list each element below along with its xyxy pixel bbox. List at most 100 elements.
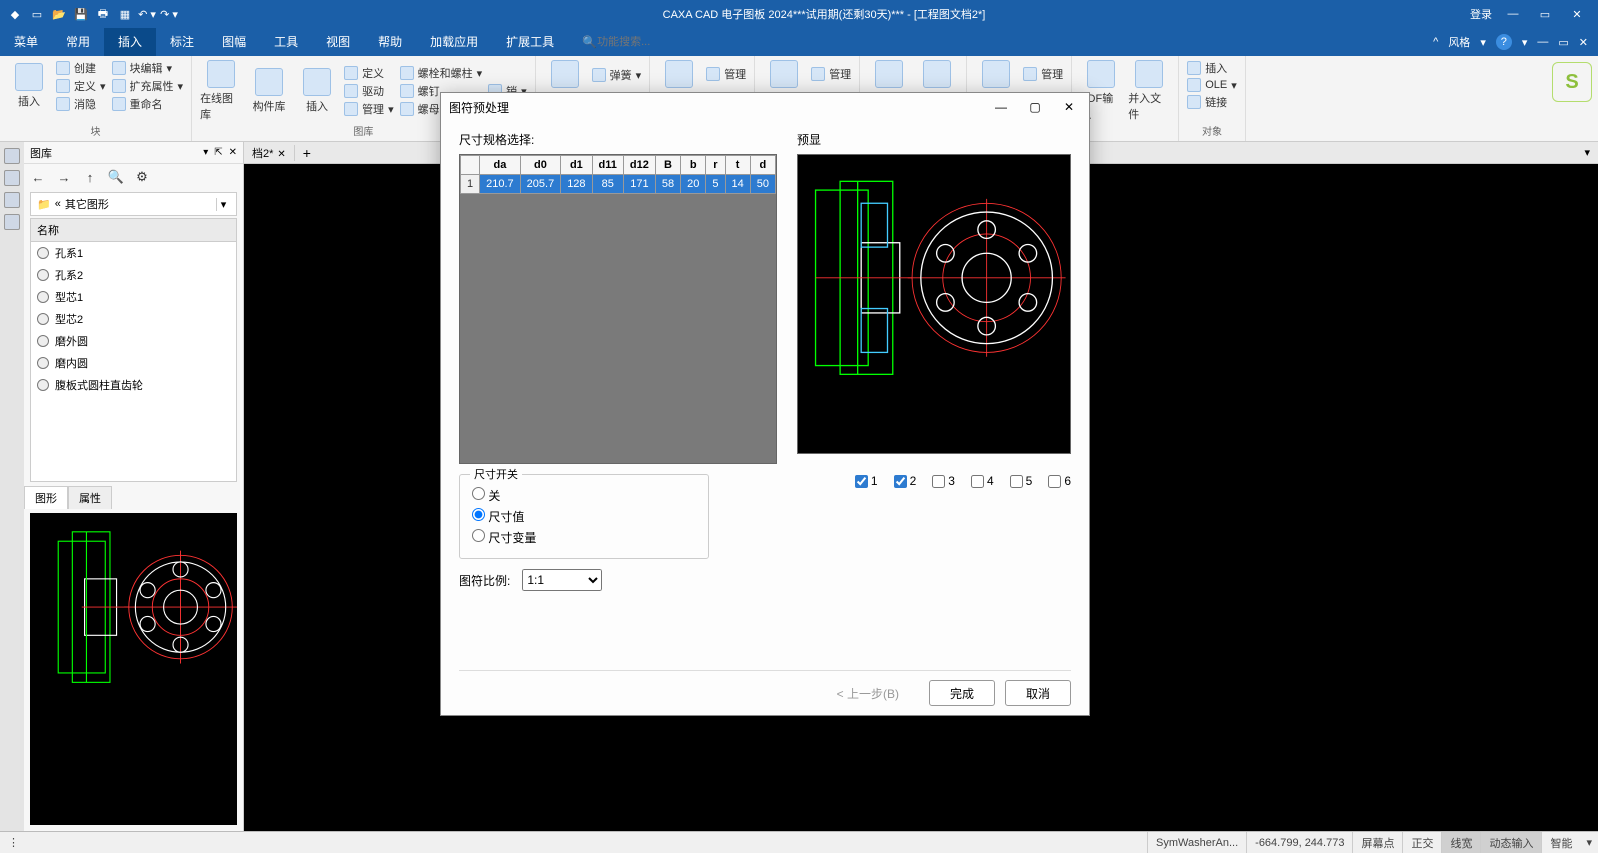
block-hide-button[interactable]: 消隐 (56, 96, 106, 112)
lt-icon-4[interactable] (4, 214, 20, 230)
gd-manage-button[interactable]: 管理 (1023, 66, 1063, 82)
tab-view[interactable]: 视图 (312, 28, 364, 56)
block-extattr-button[interactable]: 扩充属性 ▾ (112, 78, 184, 94)
dim-radio-variable[interactable]: 尺寸变量 (472, 529, 696, 546)
mdi-restore-button[interactable]: ▭ (1558, 36, 1568, 49)
status-lineweight[interactable]: 线宽 (1441, 832, 1480, 853)
bolt-button[interactable]: 螺栓和螺柱 ▾ (400, 65, 483, 81)
mdi-min-button[interactable]: — (1537, 36, 1548, 48)
tab-help[interactable]: 帮助 (364, 28, 416, 56)
list-item[interactable]: 型芯2 (31, 308, 236, 330)
qat-undo-icon[interactable]: ↶ ▾ (138, 5, 156, 23)
list-item[interactable]: 腹板式圆柱直齿轮 (31, 374, 236, 396)
list-item[interactable]: 孔系1 (31, 242, 236, 264)
dialog-close-button[interactable]: ✕ (1057, 100, 1081, 114)
qr-button[interactable] (868, 60, 910, 88)
spec-table[interactable]: dad0d1d11d12Bbrtd 1210.7205.712885171582… (459, 154, 777, 464)
maximize-button[interactable]: ▭ (1534, 8, 1556, 21)
tab-menu[interactable]: 菜单 (0, 28, 52, 56)
view-checkbox-2[interactable]: 2 (894, 474, 917, 488)
status-smart[interactable]: 智能 (1541, 832, 1580, 853)
lib-drive-button[interactable]: 驱动 (344, 83, 394, 99)
online-library-button[interactable]: 在线图库 (200, 60, 242, 122)
status-ortho[interactable]: 正交 (1402, 832, 1441, 853)
library-insert-button[interactable]: 插入 (296, 68, 338, 114)
minimize-button[interactable]: — (1502, 8, 1524, 20)
object-ole-button[interactable]: OLE ▾ (1187, 78, 1237, 92)
tabs-dropdown-icon[interactable]: ▾ (1576, 146, 1598, 159)
list-item[interactable]: 孔系2 (31, 264, 236, 286)
cancel-button[interactable]: 取消 (1005, 680, 1071, 706)
qat-print-icon[interactable]: 🖶 (94, 5, 112, 23)
login-link[interactable]: 登录 (1470, 6, 1492, 22)
panel-close-icon[interactable]: ✕ (229, 147, 237, 158)
lt-icon-1[interactable] (4, 148, 20, 164)
qat-redo-icon[interactable]: ↷ ▾ (160, 5, 178, 23)
dim-radio-off[interactable]: 关 (472, 487, 696, 504)
view-checkbox-5[interactable]: 5 (1010, 474, 1033, 488)
qat-new-icon[interactable]: ▭ (28, 5, 46, 23)
doc-tab[interactable]: 档2*✕ (244, 145, 295, 161)
pdf-big-button[interactable] (975, 60, 1017, 88)
lt-icon-3[interactable] (4, 192, 20, 208)
mdi-close-button[interactable]: ✕ (1579, 36, 1588, 49)
status-screenpoint[interactable]: 屏幕点 (1352, 832, 1402, 853)
tab-ext[interactable]: 扩展工具 (492, 28, 568, 56)
panel-dropdown-icon[interactable]: ▾ (203, 147, 208, 158)
status-dyninput[interactable]: 动态输入 (1480, 832, 1541, 853)
tab-sheet[interactable]: 图幅 (208, 28, 260, 56)
panel-pin-icon[interactable]: ⇱ (214, 147, 222, 158)
nav-settings-icon[interactable]: ⚙ (134, 169, 150, 185)
object-insert-button[interactable]: 插入 (1187, 60, 1237, 76)
view-checkbox-3[interactable]: 3 (932, 474, 955, 488)
lib-define-button[interactable]: 定义 (344, 65, 394, 81)
qat-open-icon[interactable]: 📂 (50, 5, 68, 23)
nav-up-icon[interactable]: ↑ (82, 169, 98, 185)
nav-forward-icon[interactable]: → (56, 169, 72, 185)
tab-attributes[interactable]: 属性 (68, 486, 112, 509)
table-row[interactable]: 1210.7205.712885171582051450 (461, 175, 776, 194)
spring-button[interactable]: 弹簧 ▾ (592, 67, 642, 83)
component-library-button[interactable]: 构件库 (248, 68, 290, 114)
lt-icon-2[interactable] (4, 170, 20, 186)
finish-button[interactable]: 完成 (929, 680, 995, 706)
list-item[interactable]: 磨外圆 (31, 330, 236, 352)
qat-preview-icon[interactable]: ▦ (116, 5, 134, 23)
block-define-button[interactable]: 定义 ▾ (56, 78, 106, 94)
status-dropdown-icon[interactable]: ▾ (1580, 836, 1598, 849)
tab-common[interactable]: 常用 (52, 28, 104, 56)
nav-search-icon[interactable]: 🔍 (108, 169, 124, 185)
collapse-ribbon-icon[interactable]: ^ (1433, 36, 1438, 48)
lib-manage-button[interactable]: 管理 ▾ (344, 101, 394, 117)
brand-logo[interactable]: S (1552, 62, 1592, 102)
nav-back-icon[interactable]: ← (30, 169, 46, 185)
feature-search-input[interactable] (597, 36, 717, 48)
tab-annotate[interactable]: 标注 (156, 28, 208, 56)
new-tab-button[interactable]: + (295, 145, 319, 161)
object-link-button[interactable]: 链接 (1187, 94, 1237, 110)
style-label[interactable]: 风格 (1448, 34, 1470, 50)
view-checkbox-4[interactable]: 4 (971, 474, 994, 488)
block-edit-button[interactable]: 块编辑 ▾ (112, 60, 184, 76)
gb-manage-button[interactable]: 管理 (811, 66, 851, 82)
close-button[interactable]: ✕ (1566, 8, 1588, 21)
block-insert-button[interactable]: 插入 (8, 63, 50, 109)
tab-insert[interactable]: 插入 (104, 28, 156, 56)
prev-button[interactable]: < 上一步(B) (817, 680, 919, 706)
dialog-maximize-button[interactable]: ▢ (1023, 100, 1047, 114)
merge-file-button[interactable]: 并入文件 (1128, 60, 1170, 122)
ga-big-button[interactable] (658, 60, 700, 88)
tab-tools[interactable]: 工具 (260, 28, 312, 56)
panel-breadcrumb[interactable]: 📁 « 其它图形 ▾ (30, 192, 237, 216)
list-item[interactable]: 型芯1 (31, 286, 236, 308)
breadcrumb-dropdown-icon[interactable]: ▾ (216, 198, 230, 211)
help-icon[interactable]: ? (1496, 34, 1512, 50)
qat-save-icon[interactable]: 💾 (72, 5, 90, 23)
ga-manage-button[interactable]: 管理 (706, 66, 746, 82)
dim-radio-value[interactable]: 尺寸值 (472, 508, 696, 525)
scale-select[interactable]: 1:1 (522, 569, 602, 591)
barcode-button[interactable] (916, 60, 958, 88)
close-icon[interactable]: ✕ (277, 149, 285, 160)
tab-shape[interactable]: 图形 (24, 486, 68, 509)
list-item[interactable]: 磨内圆 (31, 352, 236, 374)
